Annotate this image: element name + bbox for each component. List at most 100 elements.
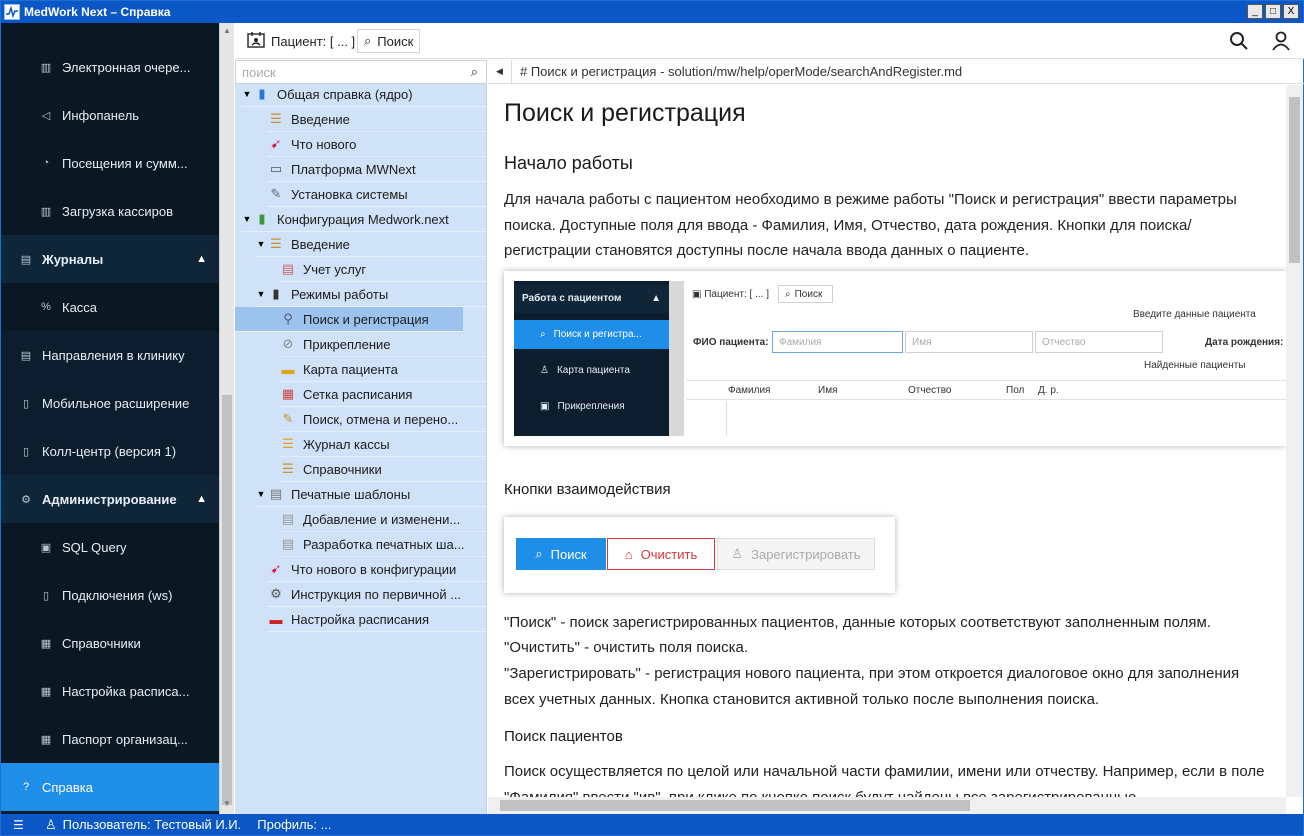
rocket-icon: ➹ (270, 561, 282, 576)
sidebar-item-cashbox[interactable]: % Касса (1, 283, 219, 331)
tree-node[interactable]: ✎ Поиск, отмена и перено... (279, 407, 487, 432)
megaphone-icon: ◁ (41, 109, 51, 122)
tree-node[interactable]: ☰ Введение (267, 107, 487, 132)
tree-node[interactable]: ▤ Разработка печатных ша... (279, 532, 487, 557)
tree-node[interactable]: ▬ Настройка расписания (267, 607, 487, 632)
tree-node[interactable]: ✎ Установка системы (267, 182, 487, 207)
minimize-button[interactable]: _ (1247, 4, 1263, 19)
chevron-up-icon: ▲ (651, 293, 661, 304)
sidebar-item-queue[interactable]: ▥ Электронная очере... (1, 43, 219, 91)
sidebar-item-partial[interactable] (1, 23, 219, 43)
help-content: Поиск и регистрация Начало работы Для на… (488, 85, 1286, 797)
tree-node[interactable]: ▼ ▤ Печатные шаблоны (255, 482, 487, 507)
sidebar-item-visits[interactable]: ◔ Посещения и сумм... (1, 139, 219, 187)
attach-icon: ▣ (540, 401, 550, 412)
tree-node[interactable]: ▼ ☰ Введение (255, 232, 487, 257)
close-button[interactable]: X (1283, 4, 1299, 19)
sidebar-item-infopanel[interactable]: ◁ Инфопанель (1, 91, 219, 139)
rocket-icon: ➹ (270, 136, 282, 151)
sidebar-scrollbar[interactable]: ▲ ▼ (219, 23, 234, 814)
tree-node[interactable]: ➹ Что нового в конфигурации (267, 557, 487, 582)
expand-icon[interactable]: ▼ (241, 89, 253, 99)
trash-icon: ⌂ (624, 546, 633, 562)
user-icon[interactable] (1269, 29, 1293, 53)
expand-icon[interactable]: ▼ (241, 214, 253, 224)
sidebar-item-org-passport[interactable]: ▦ Паспорт организац... (1, 715, 219, 763)
tree-node[interactable]: ▼ ▮ Конфигурация Medwork.next (241, 207, 487, 232)
sidebar-item-label: Электронная очере... (62, 59, 191, 75)
tree-node[interactable]: ➹ Что нового (267, 132, 487, 157)
sidebar-item-label: Администрирование (42, 491, 177, 507)
search-icon: ⌕ (535, 546, 543, 561)
sidebar-item-directories[interactable]: ▦ Справочники (1, 619, 219, 667)
help-icon: ? (22, 781, 30, 793)
tree-node[interactable]: ▤ Учет услуг (279, 257, 487, 282)
sidebar-item-label: Мобильное расширение (42, 395, 190, 411)
window-title: MedWork Next – Справка (24, 5, 171, 19)
toolbox-icon: ▬ (269, 611, 283, 627)
sidebar-item-label: SQL Query (62, 539, 127, 555)
search-form-screenshot: Работа с пациентом ▲ ⌕ Поиск и регистра...… (504, 271, 1286, 446)
sidebar-group-admin[interactable]: ⚙ Администрирование ▲ (1, 475, 219, 523)
intro-icon: ☰ (270, 111, 282, 126)
patient-chip[interactable]: Пациент: [ ... ] (241, 29, 362, 53)
tree-node[interactable]: ⚙ Инструкция по первичной ... (267, 582, 487, 607)
note-icon: ✎ (282, 411, 294, 426)
desc-clear: "Очистить" - очистить поля поиска. (504, 639, 749, 656)
tree-node[interactable]: ⊘ Прикрепление (279, 332, 487, 357)
buttons-screenshot: ⌕ Поиск ⌂ Очистить ♙ Зарегистрировать (504, 517, 895, 593)
menu-toggle-icon[interactable]: ☰ (13, 818, 31, 832)
tree-node[interactable]: ▼ ▮ Режимы работы (255, 282, 487, 307)
folder-icon: ▬ (281, 361, 295, 377)
sidebar-item-schedule-settings[interactable]: ▦ Настройка расписа... (1, 667, 219, 715)
sidebar-group-journals[interactable]: ▤ Журналы ▲ (1, 235, 219, 283)
sidebar-item-mobile[interactable]: ▯ Мобильное расширение (1, 379, 219, 427)
tree-node[interactable]: ▭ Платформа MWNext (267, 157, 487, 182)
tree-node[interactable]: ▦ Сетка расписания (279, 382, 487, 407)
calendar-icon: ▦ (281, 386, 295, 401)
screenshot-sidebar-item: ▣ Прикрепления (540, 401, 625, 412)
content-horizontal-scrollbar[interactable] (488, 797, 1286, 814)
expand-icon[interactable]: ▼ (255, 239, 267, 249)
status-profile: Профиль: ... (257, 817, 332, 832)
sidebar-item-referrals[interactable]: ▤ Направления в клинику (1, 331, 219, 379)
content-vertical-scrollbar[interactable] (1286, 85, 1303, 797)
tree-node[interactable]: ▬ Карта пациента (279, 357, 487, 382)
maximize-button[interactable]: □ (1265, 4, 1281, 19)
scrollbar-thumb[interactable] (500, 800, 970, 811)
scroll-up-icon[interactable]: ▲ (223, 26, 231, 35)
collapse-left-icon[interactable]: ◀ (488, 59, 512, 84)
gear-icon: ⚙ (21, 493, 31, 506)
expand-icon[interactable]: ▼ (255, 489, 267, 499)
mobile-icon: ▯ (22, 397, 30, 410)
person-icon: ♙ (540, 365, 549, 376)
section-heading-buttons: Кнопки взаимодействия (504, 481, 671, 498)
screenshot-fio-label: ФИО пациента: (693, 337, 769, 348)
global-search-icon[interactable] (1227, 29, 1251, 53)
sidebar-item-label: Колл-центр (версия 1) (42, 443, 177, 459)
chevron-up-icon: ▲ (196, 253, 207, 265)
tree-node[interactable]: ☰ Журнал кассы (279, 432, 487, 457)
screenshot-firstname-field: Имя (905, 331, 1033, 353)
book-icon: ▦ (40, 637, 52, 650)
scrollbar-thumb[interactable] (1289, 97, 1300, 263)
sidebar-item-callcenter[interactable]: ▯ Колл-центр (версия 1) (1, 427, 219, 475)
tree-node[interactable]: ☰ Справочники (279, 457, 487, 482)
sidebar-item-cashier-load[interactable]: ▥ Загрузка кассиров (1, 187, 219, 235)
sidebar-item-connections[interactable]: ▯ Подключения (ws) (1, 571, 219, 619)
sidebar-item-sql[interactable]: ▣ SQL Query (1, 523, 219, 571)
sidebar-item-help[interactable]: ? Справка (1, 763, 219, 811)
scroll-down-icon[interactable]: ▼ (223, 799, 231, 808)
blue-book-icon: ▮ (258, 86, 266, 101)
tree-search-input[interactable]: поиск ⌕ (235, 60, 487, 84)
search-chip[interactable]: ⌕ Поиск (357, 29, 421, 53)
sidebar-item-label: Инфопанель (62, 107, 140, 123)
expand-icon[interactable]: ▼ (255, 289, 267, 299)
tree-node[interactable]: ▼ ▮ Общая справка (ядро) (241, 82, 487, 107)
desc-search: "Поиск" - поиск зарегистрированных пацие… (504, 614, 1212, 631)
intro-icon: ☰ (270, 236, 282, 251)
tree-node[interactable]: ▤ Добавление и изменени... (279, 507, 487, 532)
green-book-icon: ▮ (258, 211, 266, 226)
scrollbar-thumb[interactable] (222, 395, 232, 805)
tree-node-selected[interactable]: ⚲ Поиск и регистрация (235, 307, 463, 332)
